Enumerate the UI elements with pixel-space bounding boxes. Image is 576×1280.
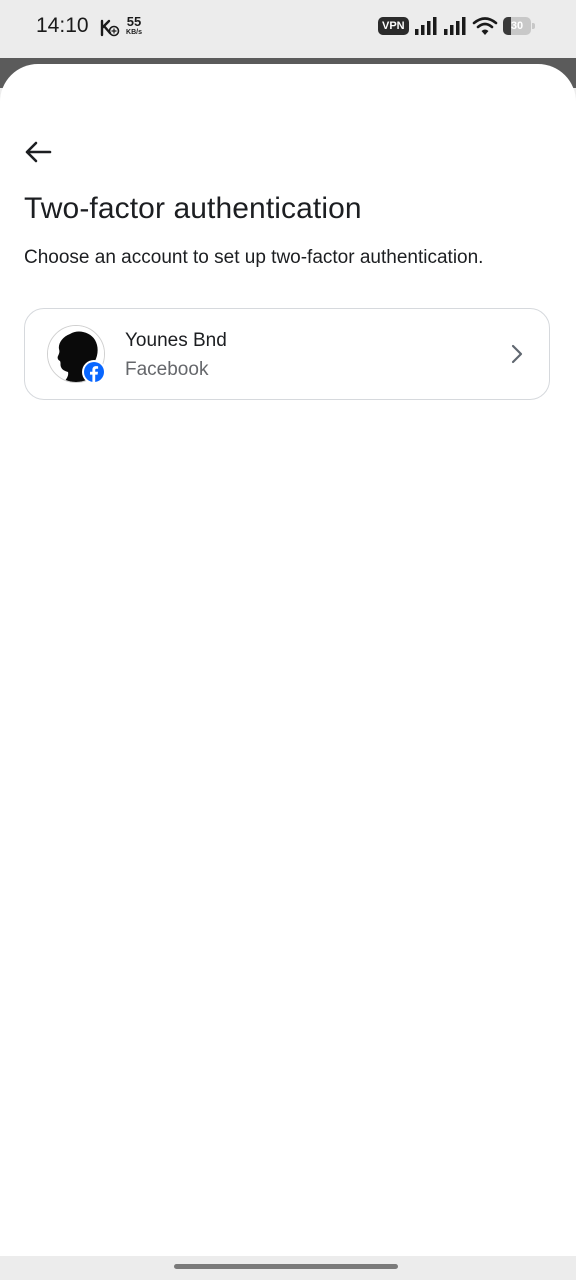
page-subtitle: Choose an account to set up two-factor a… — [24, 247, 484, 268]
arrow-left-icon — [25, 141, 52, 163]
page-title: Two-factor authentication — [24, 192, 362, 225]
account-item[interactable]: Younes Bnd Facebook — [24, 308, 550, 400]
net-speed-value: 55 — [126, 14, 142, 29]
battery-icon: 30 — [503, 17, 535, 35]
wifi-icon — [472, 17, 498, 35]
battery-cap — [532, 23, 535, 29]
screen: 14:10 55 KB/s VPN 30 Two-factor authenti… — [0, 0, 576, 1280]
vpn-badge: VPN — [378, 17, 409, 35]
status-time: 14:10 — [36, 14, 89, 37]
signal-icon — [415, 17, 437, 35]
account-platform: Facebook — [125, 359, 209, 380]
battery-level: 30 — [510, 20, 524, 32]
account-name: Younes Bnd — [125, 330, 227, 351]
signal-icon — [444, 17, 466, 35]
net-speed-unit: KB/s — [126, 29, 142, 36]
facebook-badge — [82, 360, 106, 384]
k-icon — [100, 19, 120, 37]
bottom-sheet: Two-factor authentication Choose an acco… — [0, 64, 576, 1256]
back-button[interactable] — [20, 134, 56, 170]
chevron-right-icon — [511, 344, 523, 364]
home-indicator[interactable] — [174, 1264, 398, 1269]
net-speed: 55 KB/s — [122, 15, 146, 36]
navigation-bar — [0, 1256, 576, 1280]
status-bar: 14:10 55 KB/s VPN 30 — [0, 0, 576, 58]
facebook-icon — [84, 362, 104, 382]
